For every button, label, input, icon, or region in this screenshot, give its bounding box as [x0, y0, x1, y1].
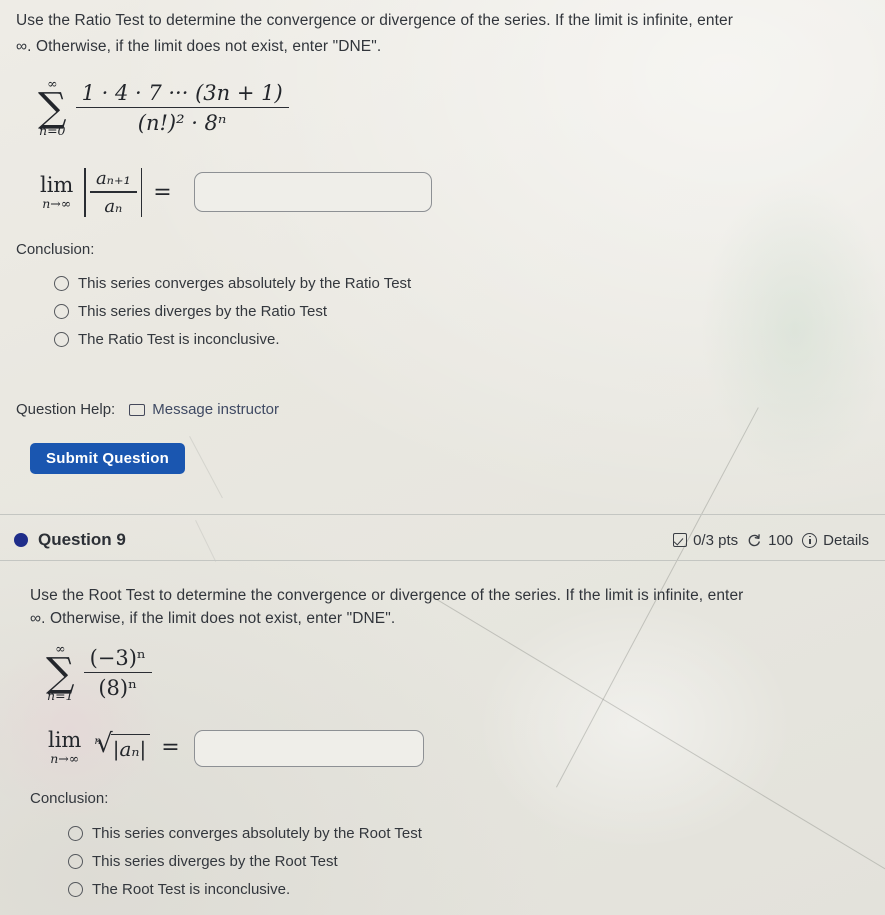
- question9-points: 0/3 pts: [693, 531, 739, 549]
- question9-conclusion-label: Conclusion:: [30, 790, 109, 807]
- question9-option-label: This series diverges by the Root Test: [92, 853, 338, 870]
- checkbox-check-icon: [673, 533, 688, 547]
- question9-nth-root: n √ |aₙ|: [92, 730, 151, 761]
- question9-series-expression: ∞ ∑ n=1 (−3)ⁿ (8)ⁿ: [46, 642, 152, 704]
- question8-numerator: 1 · 4 · 7 ··· (3n + 1): [81, 80, 283, 105]
- question8-limit-operator: lim n→∞: [40, 174, 73, 210]
- message-instructor-label: Message instructor: [152, 401, 279, 418]
- question8-lim-text: lim: [40, 173, 74, 198]
- question8-equals-sign: =: [153, 179, 172, 205]
- question8-option-inconclusive[interactable]: The Ratio Test is inconclusive.: [54, 331, 411, 348]
- question9-fraction: (−3)ⁿ (8)ⁿ: [83, 645, 152, 701]
- question-help-label: Question Help:: [16, 401, 116, 418]
- question9-rule-bottom: [0, 560, 885, 561]
- question8-ratio-fraction: aₙ₊₁ aₙ: [89, 168, 137, 217]
- question9-option-inconclusive[interactable]: The Root Test is inconclusive.: [68, 881, 422, 898]
- sigma-icon: ∑: [46, 649, 75, 696]
- question9-option-label: This series converges absolutely by the …: [92, 825, 422, 842]
- question8-sigma: ∞ ∑ n=0: [38, 77, 67, 139]
- question9-limit-row: lim n→∞ n √ |aₙ| =: [48, 729, 180, 765]
- question9-sigma: ∞ ∑ n=1: [46, 642, 75, 704]
- question9-attempts-group: 100: [747, 532, 793, 549]
- question9-option-converges[interactable]: This series converges absolutely by the …: [68, 825, 422, 842]
- question8-series-expression: ∞ ∑ n=0 1 · 4 · 7 ··· (3n + 1) (n!)² · 8…: [38, 77, 289, 139]
- message-instructor-link[interactable]: Message instructor: [129, 401, 279, 418]
- question9-attempts: 100: [768, 531, 794, 549]
- question8-limit-row: lim n→∞ aₙ₊₁ aₙ =: [40, 168, 172, 217]
- question8-options: This series converges absolutely by the …: [54, 275, 411, 359]
- question8-option-diverges[interactable]: This series diverges by the Ratio Test: [54, 303, 411, 320]
- question9-limit-operator: lim n→∞: [48, 729, 81, 765]
- question9-sigma-lower: n=1: [47, 688, 74, 704]
- question9-answer-input[interactable]: [194, 730, 424, 767]
- question9-title: Question 9: [38, 530, 126, 549]
- question9-numerator: (−3)ⁿ: [89, 645, 146, 670]
- question9-lim-text: lim: [48, 728, 82, 752]
- question8-conclusion-label: Conclusion:: [16, 241, 95, 258]
- question8-sigma-lower: n=0: [39, 123, 66, 139]
- radio-icon[interactable]: [54, 276, 69, 291]
- envelope-icon: [129, 403, 146, 416]
- question9-option-diverges[interactable]: This series diverges by the Root Test: [68, 853, 422, 870]
- question9-details-group[interactable]: Details: [802, 532, 869, 549]
- question9-meta: 0/3 pts 100 Details: [673, 532, 869, 549]
- question8-lim-subscript: n→∞: [42, 196, 72, 212]
- question8-option-converges[interactable]: This series converges absolutely by the …: [54, 275, 411, 292]
- retry-arrow-icon: [747, 533, 762, 548]
- question9-prompt-line2: ∞. Otherwise, if the limit does not exis…: [30, 610, 396, 627]
- quiz-content: Use the Ratio Test to determine the conv…: [0, 0, 885, 915]
- question9-rule-top: [0, 514, 885, 515]
- submit-question-button[interactable]: Submit Question: [30, 443, 185, 474]
- question9-radicand: |aₙ|: [110, 733, 151, 761]
- abs-bar-right: [140, 168, 143, 217]
- radio-icon[interactable]: [68, 854, 83, 869]
- radio-icon[interactable]: [68, 826, 83, 841]
- question8-question-help: Question Help: Message instructor: [16, 401, 279, 418]
- question8-ratio-denominator: aₙ: [104, 195, 123, 217]
- question9-header: Question 9 0/3 pts 100 Details: [0, 524, 885, 556]
- radio-icon[interactable]: [54, 332, 69, 347]
- question9-points-group: 0/3 pts: [673, 532, 738, 549]
- question9-equals-sign: =: [161, 734, 180, 760]
- question8-denominator: (n!)² · 8ⁿ: [137, 111, 227, 136]
- question9-option-label: The Root Test is inconclusive.: [92, 881, 291, 898]
- question8-absolute-value: aₙ₊₁ aₙ: [84, 168, 143, 217]
- sigma-icon: ∑: [38, 84, 67, 131]
- info-icon: [802, 532, 818, 548]
- question-status-dot-icon: [14, 533, 28, 547]
- question9-denominator: (8)ⁿ: [98, 676, 138, 701]
- question9-options: This series converges absolutely by the …: [68, 825, 422, 909]
- question9-details-label: Details: [823, 531, 869, 549]
- question8-answer-input[interactable]: [194, 172, 432, 212]
- radio-icon[interactable]: [54, 304, 69, 319]
- question9-lim-subscript: n→∞: [50, 751, 80, 767]
- question9-title-group: Question 9: [14, 530, 126, 550]
- question9-root-index: n: [94, 734, 102, 747]
- question8-prompt-line1: Use the Ratio Test to determine the conv…: [16, 12, 733, 29]
- question8-ratio-numerator: aₙ₊₁: [95, 168, 131, 189]
- question8-fraction: 1 · 4 · 7 ··· (3n + 1) (n!)² · 8ⁿ: [75, 80, 289, 136]
- question8-option-label: This series diverges by the Ratio Test: [78, 303, 328, 320]
- question8-option-label: The Ratio Test is inconclusive.: [78, 331, 280, 348]
- abs-bar-left: [84, 168, 86, 217]
- question8-option-label: This series converges absolutely by the …: [78, 275, 412, 292]
- radio-icon[interactable]: [68, 882, 83, 897]
- question8-prompt-line2: ∞. Otherwise, if the limit does not exis…: [16, 38, 382, 55]
